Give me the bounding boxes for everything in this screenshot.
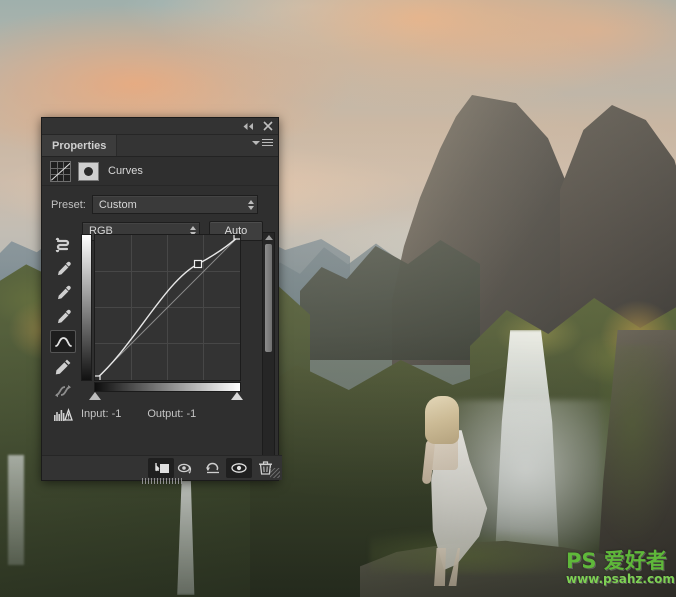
panel-drag-grip[interactable] <box>142 478 182 484</box>
preset-spinner-icon <box>248 200 254 210</box>
panel-scrollbar[interactable] <box>262 232 275 464</box>
input-value: -1 <box>112 408 122 420</box>
shadow-input-slider[interactable] <box>89 392 101 400</box>
preset-value: Custom <box>99 199 137 211</box>
curve-tool[interactable] <box>50 330 76 353</box>
smooth-curve-tool[interactable] <box>51 380 75 401</box>
toggle-previous-state-button[interactable] <box>174 458 200 478</box>
input-readout: Input: -1 <box>81 408 121 420</box>
preset-select[interactable]: Custom <box>92 195 258 214</box>
panel-titlebar <box>42 118 278 135</box>
panel-menu-icon[interactable] <box>252 139 273 146</box>
small-waterfall-left <box>8 455 24 565</box>
panel-body: Preset: Custom RGB Auto <box>42 186 278 471</box>
pencil-tool[interactable] <box>51 356 75 377</box>
woman-blonde-hair <box>425 396 459 444</box>
curves-tool-column <box>48 234 78 425</box>
output-label: Output: <box>147 408 183 420</box>
curve-plot <box>95 235 240 380</box>
properties-panel[interactable]: Properties Curves Preset: <box>41 117 279 481</box>
screenshot-root: PS 爱好者 www.psahz.com Properties <box>0 0 676 597</box>
input-label: Input: <box>81 408 109 420</box>
white-point-eyedropper[interactable] <box>51 306 75 327</box>
close-icon[interactable] <box>263 121 273 131</box>
panel-menu-lines <box>262 139 273 146</box>
layer-mask-thumbnail[interactable] <box>78 162 99 181</box>
adjustment-header: Curves <box>42 157 278 186</box>
input-gradient-bar <box>94 382 241 392</box>
clip-to-layer-button[interactable] <box>148 458 174 478</box>
black-point-eyedropper[interactable] <box>51 258 75 279</box>
panel-footer <box>42 455 282 480</box>
scrollbar-thumb[interactable] <box>265 244 272 352</box>
adjustment-title: Curves <box>108 165 143 177</box>
tab-properties[interactable]: Properties <box>42 135 117 156</box>
panel-tab-row: Properties <box>42 135 278 157</box>
on-image-adjust-tool[interactable] <box>51 234 75 255</box>
scroll-up-arrow-icon[interactable] <box>265 235 273 240</box>
panel-resize-corner[interactable] <box>270 468 280 478</box>
output-gradient-bar <box>81 234 92 381</box>
right-cliff-moss <box>600 345 676 545</box>
mask-dot <box>84 167 93 176</box>
foreground-ledge-moss <box>370 528 600 574</box>
collapse-double-arrow-icon[interactable] <box>242 122 255 131</box>
output-value: -1 <box>187 408 197 420</box>
input-output-readout: Input: -1 Output: -1 <box>81 408 246 420</box>
output-readout: Output: -1 <box>147 408 196 420</box>
toggle-visibility-button[interactable] <box>226 458 252 478</box>
curves-adjustment-icon <box>50 161 71 182</box>
preset-label: Preset: <box>51 199 86 211</box>
curves-grid[interactable] <box>94 234 241 381</box>
reset-adjustment-button[interactable] <box>200 458 226 478</box>
panel-menu-caret <box>252 141 260 145</box>
highlight-input-slider[interactable] <box>231 392 243 400</box>
curves-display-options[interactable] <box>51 404 75 425</box>
gray-point-eyedropper[interactable] <box>51 282 75 303</box>
preset-row: Preset: Custom <box>42 186 278 214</box>
